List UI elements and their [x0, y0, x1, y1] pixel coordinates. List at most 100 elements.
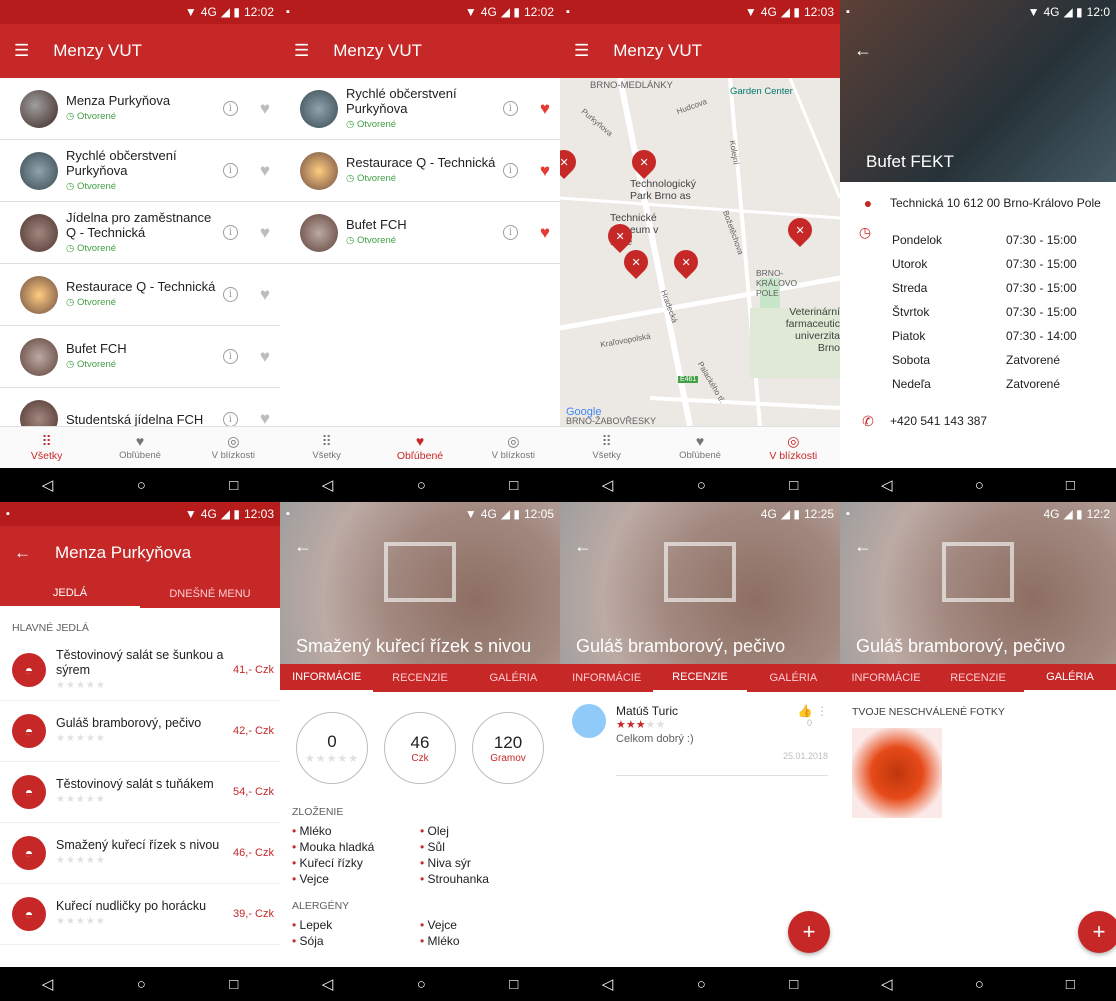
recents-icon[interactable]: □: [229, 477, 238, 494]
tab-info[interactable]: INFORMÁCIE: [560, 664, 653, 692]
list-item[interactable]: Jídelna pro zaměstnance Q - Technická ◷ O…: [0, 202, 280, 264]
nav-nearby[interactable]: ◎ V blízkosti: [467, 427, 560, 468]
heart-icon[interactable]: ♥: [260, 347, 270, 367]
back-icon[interactable]: ◁: [322, 476, 334, 494]
nav-nearby[interactable]: ◎ V blízkosti: [747, 427, 840, 468]
heart-icon[interactable]: ♥: [540, 99, 550, 119]
back-icon[interactable]: ◁: [322, 975, 334, 993]
phone-row[interactable]: ✆ +420 541 143 387: [840, 410, 1116, 432]
heart-icon[interactable]: ♥: [540, 223, 550, 243]
back-icon[interactable]: ◁: [881, 476, 893, 494]
recents-icon[interactable]: □: [229, 976, 238, 993]
home-icon[interactable]: ○: [975, 976, 984, 993]
heart-icon[interactable]: ♥: [260, 223, 270, 243]
menu-icon[interactable]: ☰: [574, 41, 589, 61]
tab-reviews[interactable]: RECENZIE: [653, 664, 747, 692]
meal-item[interactable]: ◓ Těstovinový salát s tuňákem ★★★★★ 54,- Cz…: [0, 762, 280, 823]
info-icon[interactable]: i: [222, 225, 238, 240]
nav-all[interactable]: ⠿ Všetky: [280, 427, 373, 468]
list-item[interactable]: Bufet FCH ◷ Otvorené i ♥: [0, 326, 280, 388]
info-icon[interactable]: i: [502, 101, 518, 116]
recents-icon[interactable]: □: [789, 976, 798, 993]
back-icon[interactable]: ◁: [881, 975, 893, 993]
meal-item[interactable]: ◓ Guláš bramborový, pečivo ★★★★★ 42,- Czk: [0, 701, 280, 762]
tab-info[interactable]: INFORMÁCIE: [280, 664, 374, 692]
recents-icon[interactable]: □: [789, 477, 798, 494]
back-icon[interactable]: ◁: [602, 975, 614, 993]
heart-icon[interactable]: ♥: [540, 161, 550, 181]
list-item[interactable]: Rychlé občerstvení Purkyňova ◷ Otvorené i ♥: [280, 78, 560, 140]
nav-all[interactable]: ⠿ Všetky: [560, 427, 653, 468]
list-item[interactable]: Restaurace Q - Technická ◷ Otvorené i ♥: [0, 264, 280, 326]
info-icon[interactable]: i: [502, 225, 518, 240]
recents-icon[interactable]: □: [509, 477, 518, 494]
heart-icon[interactable]: ♥: [260, 99, 270, 119]
map-label: BRNO-KRÁLOVO POLE: [756, 268, 798, 298]
nav-all[interactable]: ⠿ Všetky: [0, 427, 93, 468]
recents-icon[interactable]: □: [1066, 976, 1075, 993]
info-icon[interactable]: i: [222, 101, 238, 116]
menu-icon[interactable]: ☰: [14, 41, 29, 61]
list-item[interactable]: Restaurace Q - Technická ◷ Otvorené i ♥: [280, 140, 560, 202]
home-icon[interactable]: ○: [417, 976, 426, 993]
android-nav: ◁ ○ □: [0, 967, 280, 1001]
tab-meals[interactable]: JEDLÁ: [0, 580, 140, 608]
heart-icon[interactable]: ♥: [260, 161, 270, 181]
back-arrow-icon[interactable]: ←: [854, 40, 872, 61]
nav-nearby[interactable]: ◎ V blízkosti: [187, 427, 280, 468]
tab-gallery[interactable]: GALÉRIA: [1024, 664, 1116, 692]
list-item[interactable]: Rychlé občerstvení Purkyňova ◷ Otvorené i ♥: [0, 140, 280, 202]
page-title: Menza Purkyňova: [55, 543, 192, 562]
back-arrow-icon[interactable]: ←: [854, 536, 872, 557]
tab-reviews[interactable]: RECENZIE: [373, 664, 466, 692]
heart-icon[interactable]: ♥: [260, 285, 270, 305]
home-icon[interactable]: ○: [137, 477, 146, 494]
back-arrow-icon[interactable]: ←: [294, 536, 312, 557]
tab-gallery[interactable]: GALÉRIA: [467, 664, 560, 692]
thumbs-up-icon[interactable]: 👍 ⋮: [798, 704, 828, 718]
app-title: Menzy VUT: [53, 41, 143, 60]
list-item[interactable]: Bufet FCH ◷ Otvorené i ♥: [280, 202, 560, 264]
tab-reviews[interactable]: RECENZIE: [932, 664, 1024, 692]
back-icon[interactable]: ◁: [42, 975, 54, 993]
food-photo-thumbnail[interactable]: [852, 728, 942, 818]
meal-item[interactable]: ◓ Kuřecí nudličky po horácku ★★★★★ 39,- Czk: [0, 884, 280, 945]
tab-today-menu[interactable]: DNEŠNÉ MENU: [140, 580, 280, 608]
tab-gallery[interactable]: GALÉRIA: [747, 664, 840, 692]
home-icon[interactable]: ○: [697, 976, 706, 993]
info-icon[interactable]: i: [222, 163, 238, 178]
back-icon[interactable]: ◁: [602, 476, 614, 494]
back-arrow-icon[interactable]: ←: [14, 543, 31, 563]
home-icon[interactable]: ○: [975, 477, 984, 494]
list-item[interactable]: Menza Purkyňova ◷ Otvorené i ♥: [0, 78, 280, 140]
back-arrow-icon[interactable]: ←: [574, 536, 592, 557]
app-bar: ☰ Menzy VUT: [560, 24, 840, 78]
rating-circle[interactable]: 0 ★★★★★: [296, 712, 368, 784]
recents-icon[interactable]: □: [509, 976, 518, 993]
nav-favorites[interactable]: ♥ Obľúbené: [93, 427, 186, 468]
location-icon: ◎: [507, 433, 520, 449]
food-photo: ▪ 4G ◢ ▮ 12:2 ← Guláš bramborový, pečivo: [840, 502, 1116, 664]
nav-favorites[interactable]: ♥ Obľúbené: [653, 427, 746, 468]
recents-icon[interactable]: □: [1066, 477, 1075, 494]
info-icon[interactable]: i: [222, 411, 238, 427]
home-icon[interactable]: ○: [137, 976, 146, 993]
info-icon[interactable]: i: [502, 163, 518, 178]
meal-item[interactable]: ◓ Smažený kuřecí řízek s nivou ★★★★★ 46,- C…: [0, 823, 280, 884]
nav-favorites[interactable]: ♥ Obľúbené: [373, 427, 466, 468]
tab-info[interactable]: INFORMÁCIE: [840, 664, 932, 692]
weight-circle: 120 Gramov: [472, 712, 544, 784]
image-placeholder-icon: [384, 542, 456, 602]
add-button[interactable]: +: [1078, 911, 1116, 953]
cloche-icon: ◓: [12, 836, 46, 870]
menu-icon[interactable]: ☰: [294, 41, 309, 61]
back-icon[interactable]: ◁: [42, 476, 54, 494]
home-icon[interactable]: ○: [417, 477, 426, 494]
add-button[interactable]: +: [788, 911, 830, 953]
map-view[interactable]: BRNO-MEDLÁNKY Garden Center Technologick…: [560, 78, 840, 426]
info-icon[interactable]: i: [222, 349, 238, 364]
cloche-icon: ◓: [12, 714, 46, 748]
home-icon[interactable]: ○: [697, 477, 706, 494]
meal-item[interactable]: ◓ Těstovinový salát se šunkou a sýrem ★★★★…: [0, 640, 280, 701]
info-icon[interactable]: i: [222, 287, 238, 302]
